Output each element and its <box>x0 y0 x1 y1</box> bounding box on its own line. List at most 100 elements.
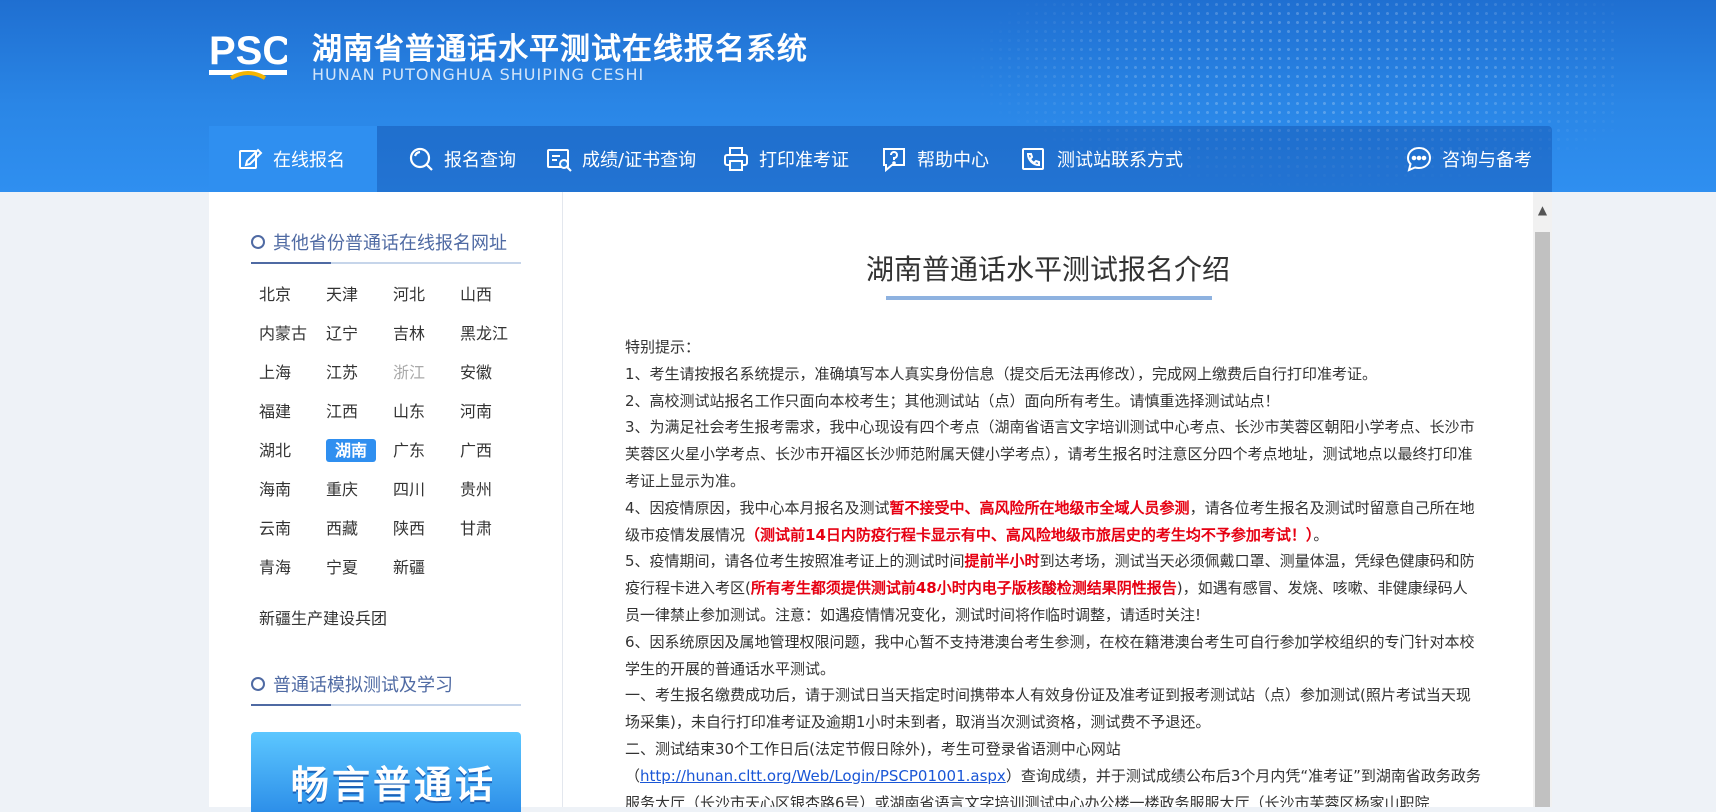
province-link[interactable]: 山东 <box>385 399 452 425</box>
scroll-thumb[interactable] <box>1535 232 1550 807</box>
province-name: 江西 <box>326 402 359 421</box>
province-link-xinjiang-bingtuan[interactable]: 新疆生产建设兵团 <box>259 605 387 629</box>
nav-label: 测试站联系方式 <box>1057 150 1183 171</box>
province-link[interactable]: 青海 <box>251 555 318 581</box>
province-name: 西藏 <box>326 519 359 538</box>
province-name: 新疆 <box>393 558 426 577</box>
province-name: 江苏 <box>326 363 359 382</box>
article-title: 湖南普通话水平测试报名介绍 <box>865 253 1230 286</box>
province-link[interactable]: 湖北 <box>251 438 318 464</box>
changyan-putonghua-banner[interactable]: 畅言普通话 <box>251 732 521 812</box>
province-name: 重庆 <box>326 480 359 499</box>
article-paragraph: 一、考生报名缴费成功后，请于测试日当天指定时间携带本人有效身份证及准考证到报考测… <box>625 686 1471 732</box>
chat-icon <box>1406 146 1432 172</box>
banner-text: 畅言普通话 <box>291 763 497 807</box>
province-name: 甘肃 <box>460 519 493 538</box>
main-nav: 在线报名 报名查询 成绩/证书查询 打印准考证 帮助中心 测试站联系方式 咨询与… <box>209 126 1552 192</box>
printer-icon <box>724 147 748 171</box>
article-paragraph: 6、因系统原因及属地管理权限问题，我中心暂不支持港澳台考生参测，在校在籍港澳台考… <box>625 632 1475 678</box>
province-link[interactable]: 宁夏 <box>318 555 385 581</box>
province-name: 河北 <box>393 285 426 304</box>
province-name: 湖北 <box>259 441 292 460</box>
province-grid: 北京 天津 河北 山西内蒙古 辽宁 吉林 黑龙江上海 江苏 浙江 安徽福建 江西 山东 河南湖北 湖南 广东… <box>251 282 521 581</box>
province-name: 广东 <box>393 441 426 460</box>
nav-label: 报名查询 <box>444 150 516 171</box>
circle-bullet-icon <box>251 235 265 249</box>
province-link[interactable]: 陕西 <box>385 516 452 542</box>
province-name: 北京 <box>259 285 292 304</box>
province-link: 浙江 <box>385 360 452 386</box>
practice-heading: 普通话模拟测试及学习 <box>251 664 521 706</box>
province-name: 山西 <box>460 285 493 304</box>
province-link[interactable]: 辽宁 <box>318 321 385 347</box>
province-link[interactable]: 云南 <box>251 516 318 542</box>
nav-consult-and-prepare[interactable]: 咨询与备考 <box>1406 126 1552 192</box>
article-paragraph: 2、高校测试站报名工作只面向本校考生；其他测试站（点）面向所有考生。请慎重选择测… <box>625 391 1280 410</box>
province-link[interactable]: 北京 <box>251 282 318 308</box>
site-header: PSC 湖南省普通话水平测试在线报名系统 HUNAN PUTONGHUA SHU… <box>0 0 1716 192</box>
title-underline <box>886 296 1212 300</box>
province-link[interactable]: 吉林 <box>385 321 452 347</box>
province-name: 湖南 <box>326 439 377 462</box>
province-link[interactable]: 甘肃 <box>452 516 519 542</box>
province-link[interactable]: 四川 <box>385 477 452 503</box>
province-name: 内蒙古 <box>259 324 308 343</box>
nav-registration-query[interactable]: 报名查询 <box>377 126 522 192</box>
warning-text: 所有考生都须提供测试前48小时内电子版核酸检测结果阴性报告 <box>750 579 1177 598</box>
nav-test-station-contacts[interactable]: 测试站联系方式 <box>1021 126 1281 192</box>
circle-bullet-icon <box>251 677 265 691</box>
sidebar: 其他省份普通话在线报名网址 北京 天津 河北 山西内蒙古 辽宁 吉林 黑龙江上海 江苏 浙江 安徽… <box>209 192 563 812</box>
article-paragraph: 1、考生请按报名系统提示，准确填写本人真实身份信息（提交后无法再修改），完成网上… <box>625 364 1378 383</box>
province-link[interactable]: 内蒙古 <box>251 321 318 347</box>
scroll-up-icon[interactable]: ▲ <box>1533 200 1552 220</box>
province-name: 陕西 <box>393 519 426 538</box>
score-query-link[interactable]: http://hunan.cltt.org/Web/Login/PSCP0100… <box>640 767 1006 785</box>
province-link[interactable]: 海南 <box>251 477 318 503</box>
province-link[interactable]: 黑龙江 <box>452 321 519 347</box>
province-name: 浙江 <box>393 363 426 382</box>
nav-score-certificate-query[interactable]: 成绩/证书查询 <box>522 126 705 192</box>
certificate-search-icon <box>547 149 572 172</box>
text-segment: 5、疫情期间，请各位考生按照准考证上的测试时间 <box>625 552 965 571</box>
warning-text: （测试前14日内防疫行程卡显示有中、高风险地级市旅居史的考生均不予参加考试！） <box>745 525 1314 544</box>
province-link[interactable]: 福建 <box>251 399 318 425</box>
province-link[interactable]: 上海 <box>251 360 318 386</box>
nav-help-center[interactable]: 帮助中心 <box>881 126 1021 192</box>
province-name: 宁夏 <box>326 558 359 577</box>
province-link[interactable]: 山西 <box>452 282 519 308</box>
province-link[interactable]: 重庆 <box>318 477 385 503</box>
psc-logo: PSC <box>209 29 287 80</box>
province-link[interactable]: 江苏 <box>318 360 385 386</box>
province-name: 辽宁 <box>326 324 359 343</box>
nav-label: 成绩/证书查询 <box>582 150 697 171</box>
vertical-scrollbar[interactable]: ▲ <box>1533 192 1552 807</box>
province-name: 贵州 <box>460 480 493 499</box>
province-name: 山东 <box>393 402 426 421</box>
nav-label: 帮助中心 <box>917 150 989 171</box>
province-link[interactable]: 贵州 <box>452 477 519 503</box>
article-intro: 特别提示： <box>625 338 701 356</box>
province-link[interactable]: 湖南 <box>318 438 385 464</box>
article-paragraph: 5、疫情期间，请各位考生按照准考证上的测试时间提前半小时到达考场，测试当天必须佩… <box>625 548 1481 628</box>
province-link[interactable]: 西藏 <box>318 516 385 542</box>
nav-label: 在线报名 <box>273 150 345 171</box>
nav-online-registration[interactable]: 在线报名 <box>209 126 377 192</box>
article-body: 特别提示： 1、考生请按报名系统提示，准确填写本人真实身份信息（提交后无法再修改… <box>625 334 1481 807</box>
province-name: 四川 <box>393 480 426 499</box>
province-link[interactable]: 河北 <box>385 282 452 308</box>
province-name: 广西 <box>460 441 493 460</box>
province-name: 吉林 <box>393 324 426 343</box>
province-link[interactable]: 广东 <box>385 438 452 464</box>
province-link[interactable]: 江西 <box>318 399 385 425</box>
content-area: 其他省份普通话在线报名网址 北京 天津 河北 山西内蒙古 辽宁 吉林 黑龙江上海 江苏 浙江 安徽… <box>209 192 1552 812</box>
province-link[interactable]: 河南 <box>452 399 519 425</box>
nav-print-admission-ticket[interactable]: 打印准考证 <box>705 126 881 192</box>
province-link[interactable]: 新疆 <box>385 555 452 581</box>
provinces-heading: 其他省份普通话在线报名网址 <box>251 222 521 264</box>
phone-contact-icon <box>1022 148 1044 170</box>
province-link[interactable]: 安徽 <box>452 360 519 386</box>
province-link[interactable]: 广西 <box>452 438 519 464</box>
article-paragraph: 3、为满足社会考生报考需求，我中心现设有四个考点（湖南省语言文字培训测试中心考点… <box>625 418 1475 490</box>
province-link[interactable]: 天津 <box>318 282 385 308</box>
province-name: 上海 <box>259 363 292 382</box>
